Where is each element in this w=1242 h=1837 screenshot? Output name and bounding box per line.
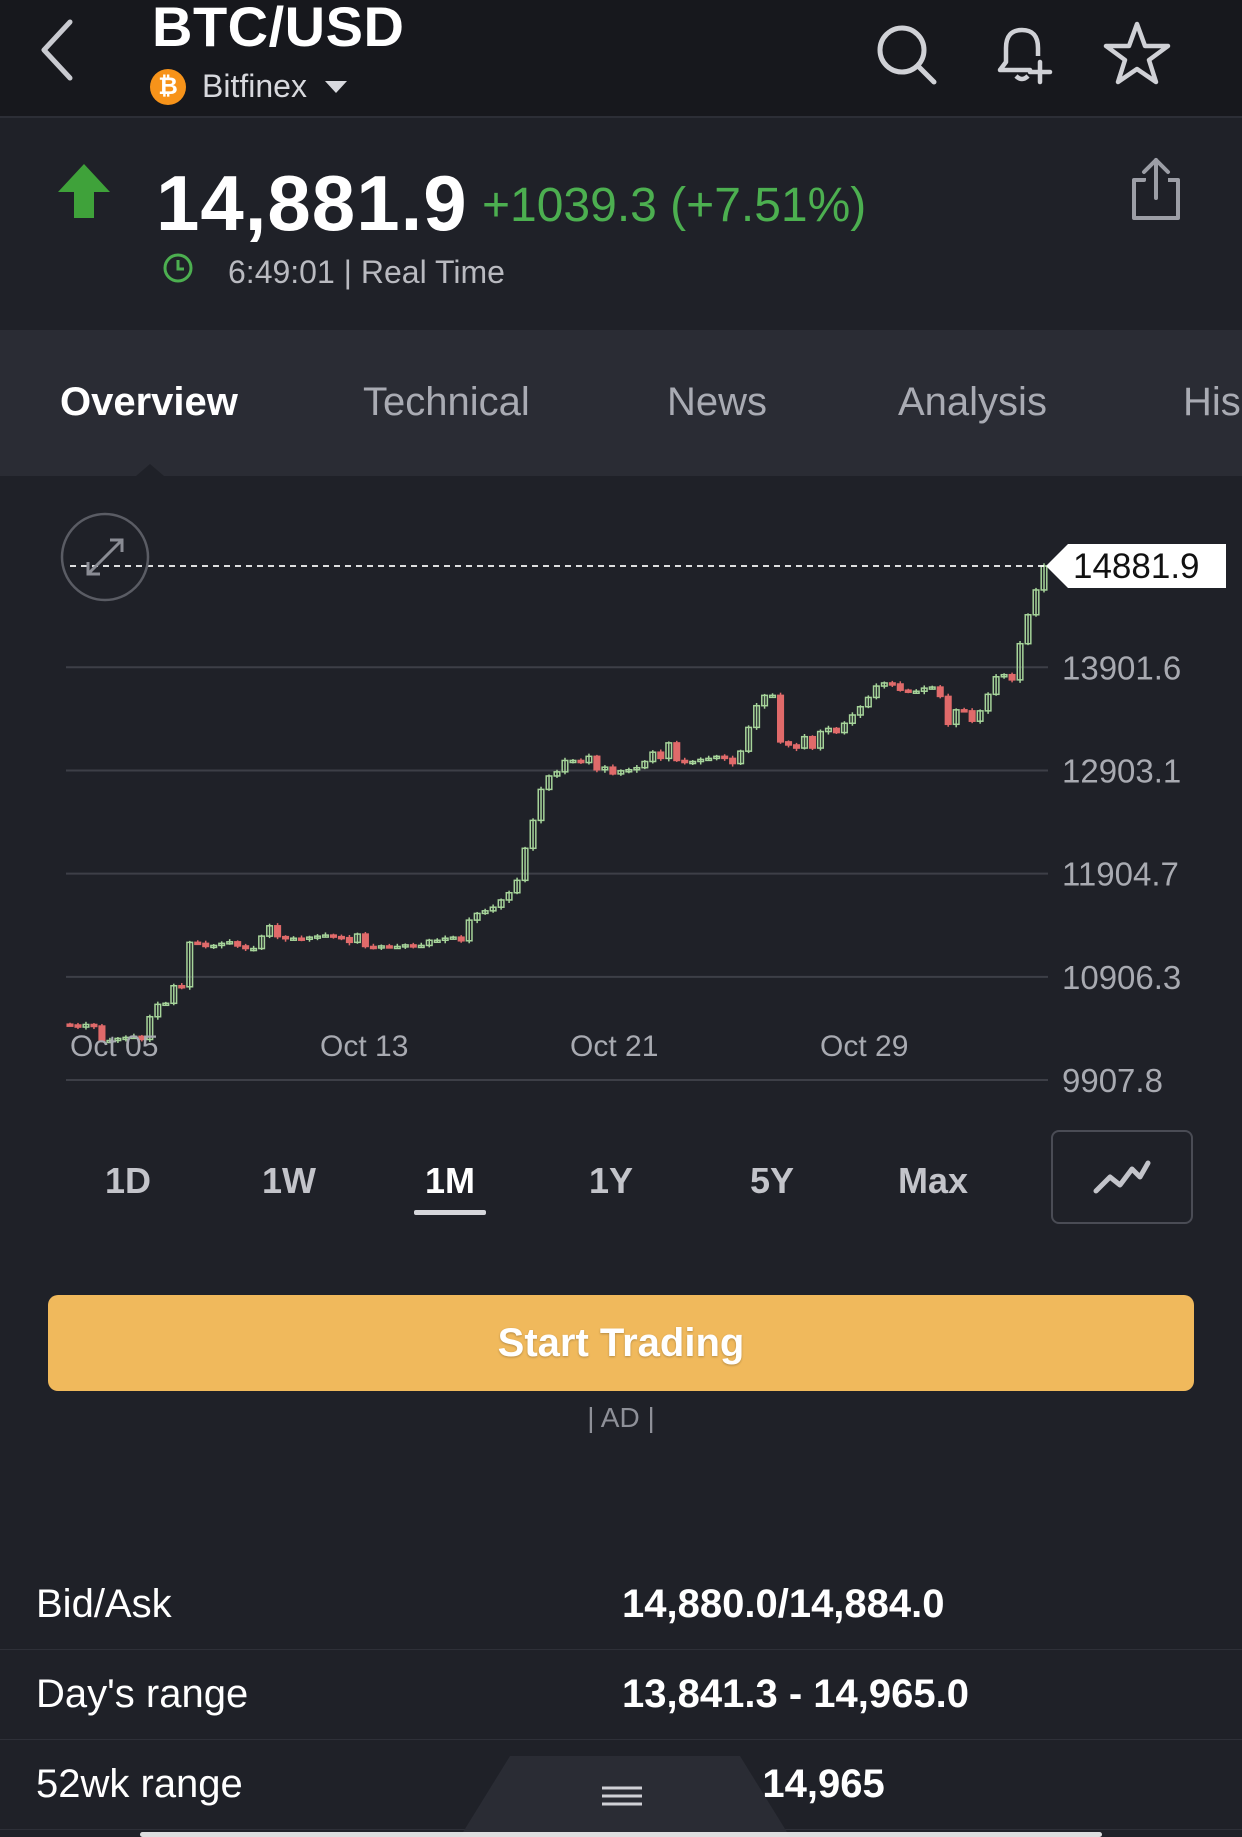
candle-body xyxy=(385,945,393,949)
candle-body xyxy=(808,735,817,749)
candle-body xyxy=(90,1023,98,1028)
exchange-selector[interactable]: ₿ Bitfinex xyxy=(150,68,347,105)
stat-row-days-range: Day's range 13,841.3 - 14,965.0 xyxy=(0,1650,1242,1740)
x-tick-label: Oct 21 xyxy=(570,1030,658,1063)
candle-body xyxy=(960,709,968,713)
candle-body xyxy=(609,766,617,775)
range-max[interactable]: Max xyxy=(878,1160,988,1202)
bell-plus-icon[interactable] xyxy=(988,18,1058,88)
stat-row-bid-ask: Bid/Ask 14,880.0/14,884.0 xyxy=(0,1560,1242,1650)
drawer-handle[interactable] xyxy=(460,1756,790,1837)
arrow-up-icon xyxy=(58,164,110,223)
tab-bar: Overview Technical News Analysis His xyxy=(0,330,1242,476)
tab-overview[interactable]: Overview xyxy=(60,380,238,425)
price-chart[interactable]: 13901.6 12903.1 11904.7 10906.3 9907.8 Oct 0… xyxy=(0,476,1242,1096)
price-change: +1039.3 (+7.51%) xyxy=(482,179,867,232)
line-chart-icon xyxy=(1093,1160,1151,1194)
home-indicator xyxy=(140,1832,1102,1837)
candle-body xyxy=(202,942,210,948)
range-selector: 1D 1W 1M 1Y 5Y Max xyxy=(0,1130,1242,1230)
candle-body xyxy=(337,935,345,940)
y-tick-label: 10906.3 xyxy=(1062,959,1181,996)
candle-body xyxy=(968,710,976,722)
candle-body xyxy=(242,945,250,950)
candle-body xyxy=(729,757,737,765)
range-1y[interactable]: 1Y xyxy=(556,1160,666,1202)
bitcoin-icon: ₿ xyxy=(150,68,186,105)
candle-body xyxy=(74,1024,82,1028)
candle-body xyxy=(234,941,242,947)
quote-time-text: 6:49:01 | Real Time xyxy=(228,253,505,290)
x-tick-label: Oct 29 xyxy=(820,1030,908,1063)
candle-body xyxy=(896,683,904,691)
quote-time: 6:49:01 | Real Time xyxy=(162,252,505,292)
page-title: BTC/USD xyxy=(152,0,405,58)
last-price: 14,881.9 xyxy=(156,159,468,247)
tab-news[interactable]: News xyxy=(667,380,767,425)
clock-icon xyxy=(162,252,194,292)
candle-body xyxy=(345,936,353,944)
x-tick-label: Oct 13 xyxy=(320,1030,408,1063)
candle-body xyxy=(282,935,290,940)
candle-body xyxy=(792,744,801,749)
candle-body xyxy=(1008,673,1016,681)
candlestick-chart[interactable]: 13901.6 12903.1 11904.7 10906.3 9907.8 Oct 0… xyxy=(0,476,1242,1096)
range-5y[interactable]: 5Y xyxy=(717,1160,827,1202)
y-tick-label: 9907.8 xyxy=(1062,1062,1163,1096)
chart-type-button[interactable] xyxy=(1051,1130,1193,1224)
candle-body xyxy=(832,727,840,734)
active-tab-pointer xyxy=(136,464,164,476)
stat-label: Bid/Ask xyxy=(36,1582,172,1626)
ad-label: | AD | xyxy=(587,1402,655,1433)
candle-body xyxy=(457,936,465,942)
tab-history[interactable]: His xyxy=(1183,380,1241,425)
tab-technical[interactable]: Technical xyxy=(363,380,530,425)
search-icon[interactable] xyxy=(872,18,942,88)
candle-body xyxy=(673,742,681,762)
chevron-down-icon xyxy=(324,80,347,93)
candle-body xyxy=(593,755,601,771)
current-price-label: 14881.9 xyxy=(1073,547,1200,586)
candle-body xyxy=(944,695,952,726)
quote-panel: 14,881.9 +1039.3 (+7.51%) 6:49:01 | Real… xyxy=(0,120,1242,328)
candle-body xyxy=(904,689,912,693)
candle-body xyxy=(888,682,896,686)
candle-body xyxy=(577,759,585,764)
back-icon[interactable] xyxy=(36,12,86,82)
candle-body xyxy=(297,937,306,941)
candle-body xyxy=(194,941,202,946)
candle-body xyxy=(329,934,338,938)
active-range-underline xyxy=(414,1210,486,1215)
candle-body xyxy=(936,686,944,698)
candle-body xyxy=(409,944,417,948)
range-1w[interactable]: 1W xyxy=(234,1160,344,1202)
range-1m[interactable]: 1M xyxy=(395,1160,505,1202)
y-tick-label: 12903.1 xyxy=(1062,752,1181,789)
candle-body xyxy=(784,741,793,746)
y-tick-label: 11904.7 xyxy=(1062,856,1179,893)
top-bar: BTC/USD ₿ Bitfinex xyxy=(0,0,1242,118)
stat-value: 14,880.0/14,884.0 xyxy=(622,1582,945,1626)
candle-body xyxy=(361,933,369,948)
stat-value: 13,841.3 - 14,965.0 xyxy=(622,1672,969,1716)
x-tick-label: Oct 05 xyxy=(70,1030,158,1063)
candle-body xyxy=(178,984,186,989)
candle-body xyxy=(776,694,785,743)
stat-label: Day's range xyxy=(36,1672,249,1716)
candle-body xyxy=(274,925,282,938)
share-icon[interactable] xyxy=(1128,156,1184,227)
candle-body xyxy=(681,759,689,764)
candle-body xyxy=(66,1023,74,1027)
stat-label: 52wk range xyxy=(36,1762,243,1806)
expand-icon[interactable] xyxy=(60,512,150,602)
candle-body xyxy=(721,755,729,760)
range-1d[interactable]: 1D xyxy=(73,1160,183,1202)
candle-body xyxy=(657,751,665,760)
start-trading-button[interactable]: Start Trading xyxy=(48,1295,1194,1391)
tab-analysis[interactable]: Analysis xyxy=(898,380,1047,425)
star-icon[interactable] xyxy=(1102,18,1172,88)
candle-body xyxy=(369,945,377,950)
exchange-label: Bitfinex xyxy=(202,68,307,104)
y-tick-label: 13901.6 xyxy=(1062,649,1181,686)
